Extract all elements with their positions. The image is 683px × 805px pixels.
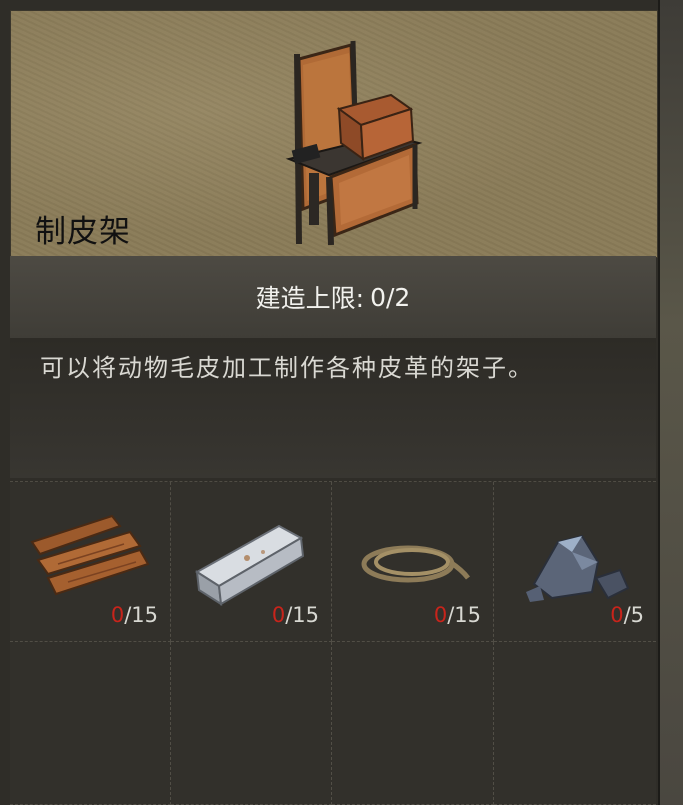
build-limit: 建造上限: 0/2 (10, 256, 656, 338)
material-slot[interactable]: 0/15 (10, 482, 171, 642)
material-slot[interactable]: 0/15 (171, 482, 332, 642)
material-slot[interactable]: 0/15 (332, 482, 494, 642)
building-info-panel: 制皮架 建造上限: 0/2 可以将动物毛皮加工制作各种皮革的架子。 0/15 0… (0, 0, 660, 805)
material-slot[interactable]: 0/5 (494, 482, 656, 642)
building-name: 制皮架 (35, 214, 131, 250)
empty-slot (494, 642, 656, 805)
material-count: 0/15 (110, 603, 158, 627)
material-count: 0/15 (271, 603, 319, 627)
build-limit-value: 0/2 (370, 282, 411, 312)
empty-slot (171, 642, 332, 805)
empty-slot (10, 642, 171, 805)
building-preview: 制皮架 (10, 10, 658, 258)
rope-icon (361, 545, 470, 583)
build-limit-label: 建造上限: (255, 284, 365, 313)
building-description: 可以将动物毛皮加工制作各种皮革的架子。 (10, 338, 656, 478)
background-edge (657, 0, 683, 805)
metal-ingot-icon (195, 524, 305, 606)
wood-planks-icon (30, 514, 150, 596)
material-count: 0/15 (433, 603, 481, 627)
tanning-rack-icon (285, 40, 423, 246)
ore-icon (526, 534, 630, 602)
empty-slot (332, 642, 494, 805)
materials-grid: 0/15 0/15 0/15 0/5 (10, 482, 656, 805)
material-count: 0/5 (610, 603, 644, 627)
